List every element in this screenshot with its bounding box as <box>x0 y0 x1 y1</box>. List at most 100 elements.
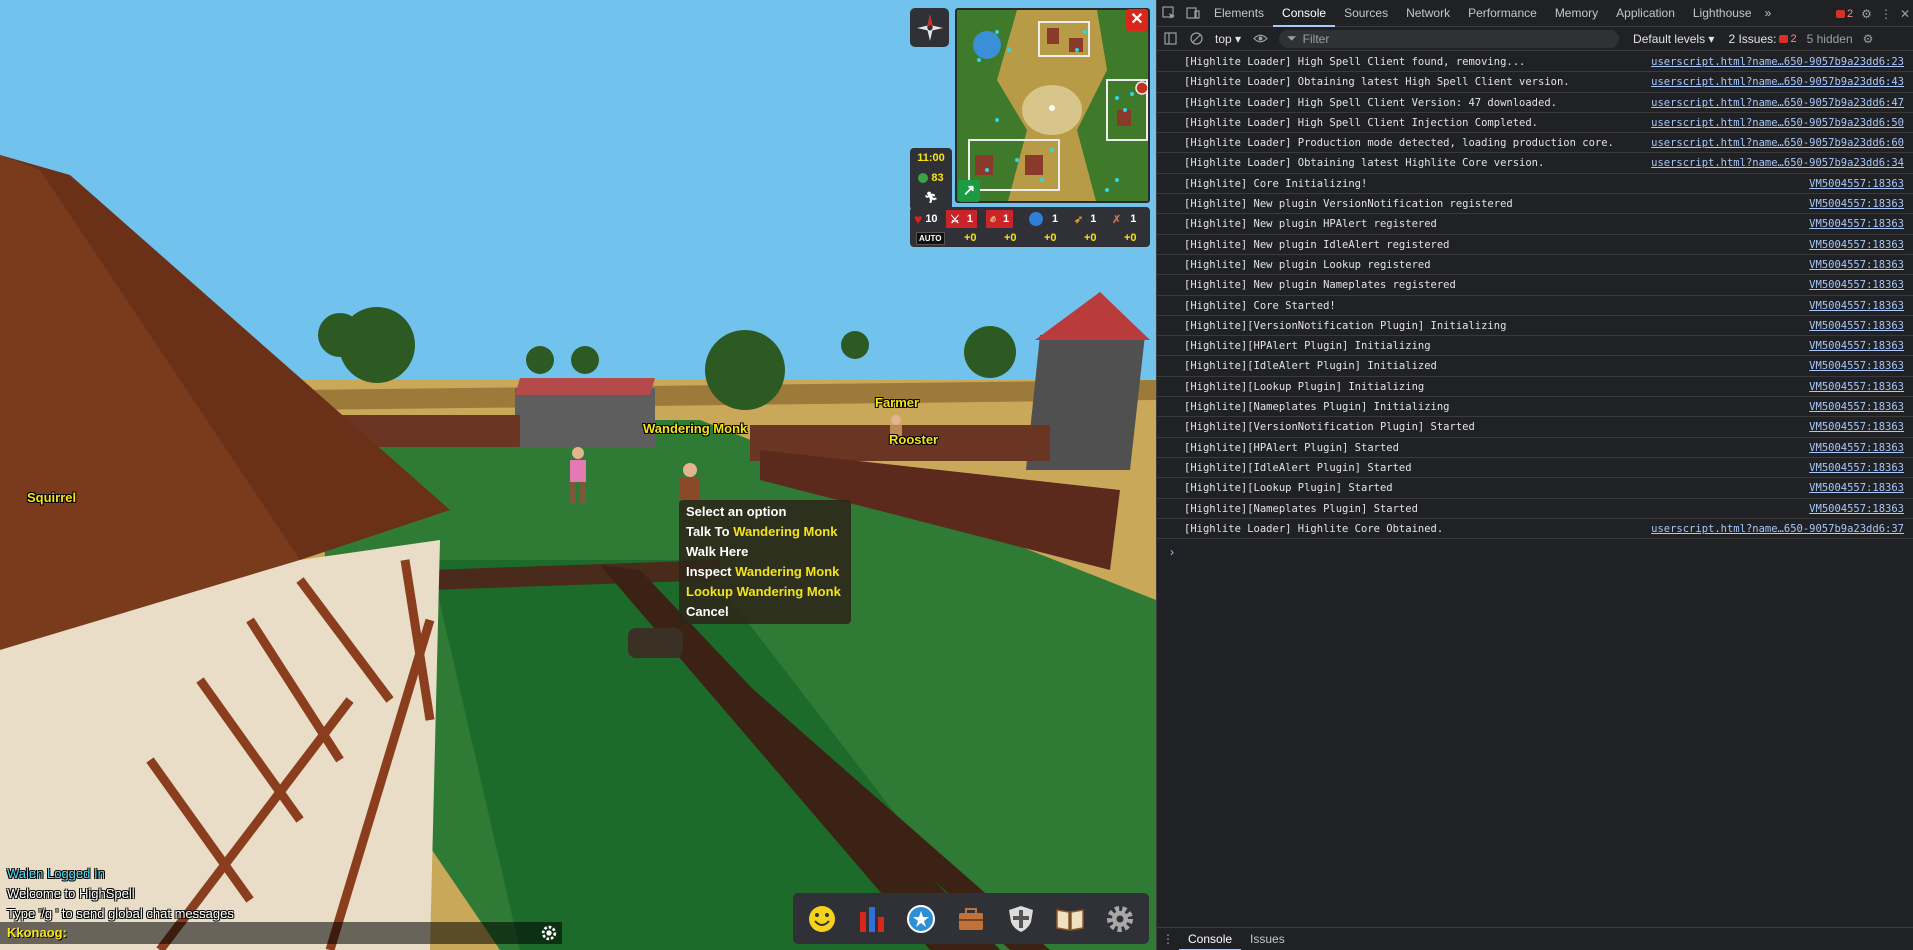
console-source-link[interactable]: VM5004557:18363 <box>1809 499 1904 519</box>
log-levels-dropdown[interactable]: Default levels ▾ <box>1633 32 1714 46</box>
drawer-tab-issues[interactable]: Issues <box>1241 928 1294 950</box>
auto-retaliate-toggle[interactable]: AUTO <box>916 232 945 245</box>
tab-application[interactable]: Application <box>1607 0 1684 27</box>
equipment-button[interactable] <box>1000 898 1042 940</box>
stats-icon <box>859 906 884 932</box>
console-source-link[interactable]: VM5004557:18363 <box>1809 174 1904 194</box>
emote-button[interactable] <box>801 898 843 940</box>
drawer-tab-console[interactable]: Console <box>1179 928 1242 950</box>
minimap-close-button[interactable]: ✕ <box>1126 9 1148 31</box>
console-source-link[interactable]: userscript.html?name…650-9057b9a23dd6:23 <box>1651 52 1904 72</box>
console-source-link[interactable]: userscript.html?name…650-9057b9a23dd6:37 <box>1651 519 1904 539</box>
minimap-map <box>957 10 1148 201</box>
chat-input[interactable]: Kkonaog: <box>0 922 562 944</box>
settings-gear-icon[interactable]: ⚙ <box>1861 7 1872 21</box>
console-source-link[interactable]: VM5004557:18363 <box>1809 235 1904 255</box>
console-message-text: [Highlite][VersionNotification Plugin] I… <box>1184 319 1507 332</box>
console-source-link[interactable]: userscript.html?name…650-9057b9a23dd6:47 <box>1651 93 1904 113</box>
console-source-link[interactable]: userscript.html?name…650-9057b9a23dd6:43 <box>1651 72 1904 92</box>
spellbook-button[interactable] <box>1049 898 1091 940</box>
console-source-link[interactable]: VM5004557:18363 <box>1809 275 1904 295</box>
live-expression-eye-icon[interactable] <box>1247 27 1273 51</box>
tab-console[interactable]: Console <box>1273 0 1336 27</box>
settings-button[interactable] <box>1099 898 1141 940</box>
more-options-icon[interactable]: ⋮ <box>1880 7 1892 21</box>
minimap[interactable] <box>955 8 1150 203</box>
tab-lighthouse[interactable]: Lighthouse <box>1684 0 1761 27</box>
fist-icon: ✊︎ <box>990 212 997 225</box>
stat-bonus: +0 <box>1004 232 1017 244</box>
attack-stat[interactable]: ⚔ 1 <box>946 210 977 228</box>
console-message: [Highlite] New plugin HPAlert registered… <box>1157 214 1913 235</box>
tab-performance[interactable]: Performance <box>1459 0 1546 27</box>
game-viewport[interactable]: Squirrel Wandering Monk Farmer Rooster S… <box>0 0 1156 950</box>
console-source-link[interactable]: VM5004557:18363 <box>1809 438 1904 458</box>
console-source-link[interactable]: VM5004557:18363 <box>1809 336 1904 356</box>
close-devtools-icon[interactable]: ✕ <box>1900 7 1910 21</box>
tab-elements[interactable]: Elements <box>1205 0 1273 27</box>
console-source-link[interactable]: VM5004557:18363 <box>1809 296 1904 316</box>
energy-orb[interactable]: 83 <box>910 168 952 188</box>
tab-memory[interactable]: Memory <box>1546 0 1607 27</box>
stats-button[interactable] <box>851 898 893 940</box>
quests-button[interactable] <box>900 898 942 940</box>
console-source-link[interactable]: VM5004557:18363 <box>1809 377 1904 397</box>
defense-stat[interactable]: 1 <box>1029 210 1058 228</box>
console-source-link[interactable]: VM5004557:18363 <box>1809 458 1904 478</box>
console-source-link[interactable]: userscript.html?name…650-9057b9a23dd6:50 <box>1651 113 1904 133</box>
console-source-link[interactable]: userscript.html?name…650-9057b9a23dd6:34 <box>1651 153 1904 173</box>
inspect-element-icon[interactable] <box>1157 0 1181 27</box>
console-source-link[interactable]: VM5004557:18363 <box>1809 356 1904 376</box>
strength-stat[interactable]: ✊︎ 1 <box>986 210 1014 228</box>
clear-console-icon[interactable] <box>1183 27 1209 51</box>
sidebar-toggle-icon[interactable] <box>1157 27 1183 51</box>
console-source-link[interactable]: VM5004557:18363 <box>1809 194 1904 214</box>
compass-button[interactable] <box>910 8 949 47</box>
console-message: [Highlite][VersionNotification Plugin] S… <box>1157 417 1913 438</box>
minimap-expand-button[interactable]: ↗ <box>958 180 980 202</box>
menu-item-walk-here[interactable]: Walk Here <box>679 542 851 562</box>
error-counter[interactable]: 2 <box>1836 8 1853 20</box>
device-toolbar-icon[interactable] <box>1181 0 1205 27</box>
more-tabs-button[interactable]: » <box>1761 0 1776 27</box>
magic-stat[interactable]: ✗ 1 <box>1112 210 1136 228</box>
run-toggle[interactable]: 🏃︎ <box>910 188 952 208</box>
tab-network[interactable]: Network <box>1397 0 1459 27</box>
menu-item-lookup[interactable]: Lookup Wandering Monk <box>679 582 851 602</box>
nameplate-squirrel: Squirrel <box>27 490 77 505</box>
console-message: [Highlite][VersionNotification Plugin] I… <box>1157 316 1913 337</box>
menu-item-cancel[interactable]: Cancel <box>679 602 851 622</box>
console-prompt[interactable]: › <box>1170 545 1174 559</box>
chat-settings-icon[interactable] <box>540 924 558 942</box>
drawer-menu-icon[interactable]: ⋮ <box>1157 932 1179 946</box>
issues-button[interactable]: 2 Issues: 2 <box>1728 32 1796 46</box>
console-source-link[interactable]: userscript.html?name…650-9057b9a23dd6:60 <box>1651 133 1904 153</box>
console-source-link[interactable]: VM5004557:18363 <box>1809 214 1904 234</box>
ranged-stat[interactable]: ➶ 1 <box>1074 210 1096 228</box>
stat-bonus: +0 <box>964 232 977 244</box>
hidden-messages-count: 5 hidden <box>1806 31 1853 46</box>
console-source-link[interactable]: VM5004557:18363 <box>1809 397 1904 417</box>
console-source-link[interactable]: VM5004557:18363 <box>1809 255 1904 275</box>
menu-item-inspect[interactable]: Inspect Wandering Monk <box>679 562 851 582</box>
menu-target: Wandering Monk <box>736 584 841 599</box>
issue-error-icon <box>1779 34 1789 43</box>
stat-bonus: +0 <box>1084 232 1097 244</box>
console-source-link[interactable]: VM5004557:18363 <box>1809 316 1904 336</box>
inventory-button[interactable] <box>950 898 992 940</box>
filter-input[interactable]: ⏷ Filter <box>1279 29 1620 48</box>
console-message: [Highlite Loader] Obtaining latest High … <box>1157 72 1913 93</box>
console-source-link[interactable]: VM5004557:18363 <box>1809 417 1904 437</box>
menu-item-talk-to[interactable]: Talk To Wandering Monk <box>679 522 851 542</box>
tab-sources[interactable]: Sources <box>1335 0 1397 27</box>
console-message-text: [Highlite][Lookup Plugin] Started <box>1184 482 1393 495</box>
menu-action: Inspect <box>686 564 732 579</box>
console-settings-icon[interactable]: ⚙ <box>1863 32 1874 46</box>
chat-line: Walen Logged In <box>7 866 105 881</box>
shield-icon <box>1029 212 1043 226</box>
console-source-link[interactable]: VM5004557:18363 <box>1809 478 1904 498</box>
context-selector[interactable]: top ▾ <box>1209 32 1247 46</box>
chat-line: Type '/g ' to send global chat messages <box>7 906 234 921</box>
error-count: 2 <box>1847 7 1854 20</box>
issues-count: 2 <box>1790 32 1797 45</box>
